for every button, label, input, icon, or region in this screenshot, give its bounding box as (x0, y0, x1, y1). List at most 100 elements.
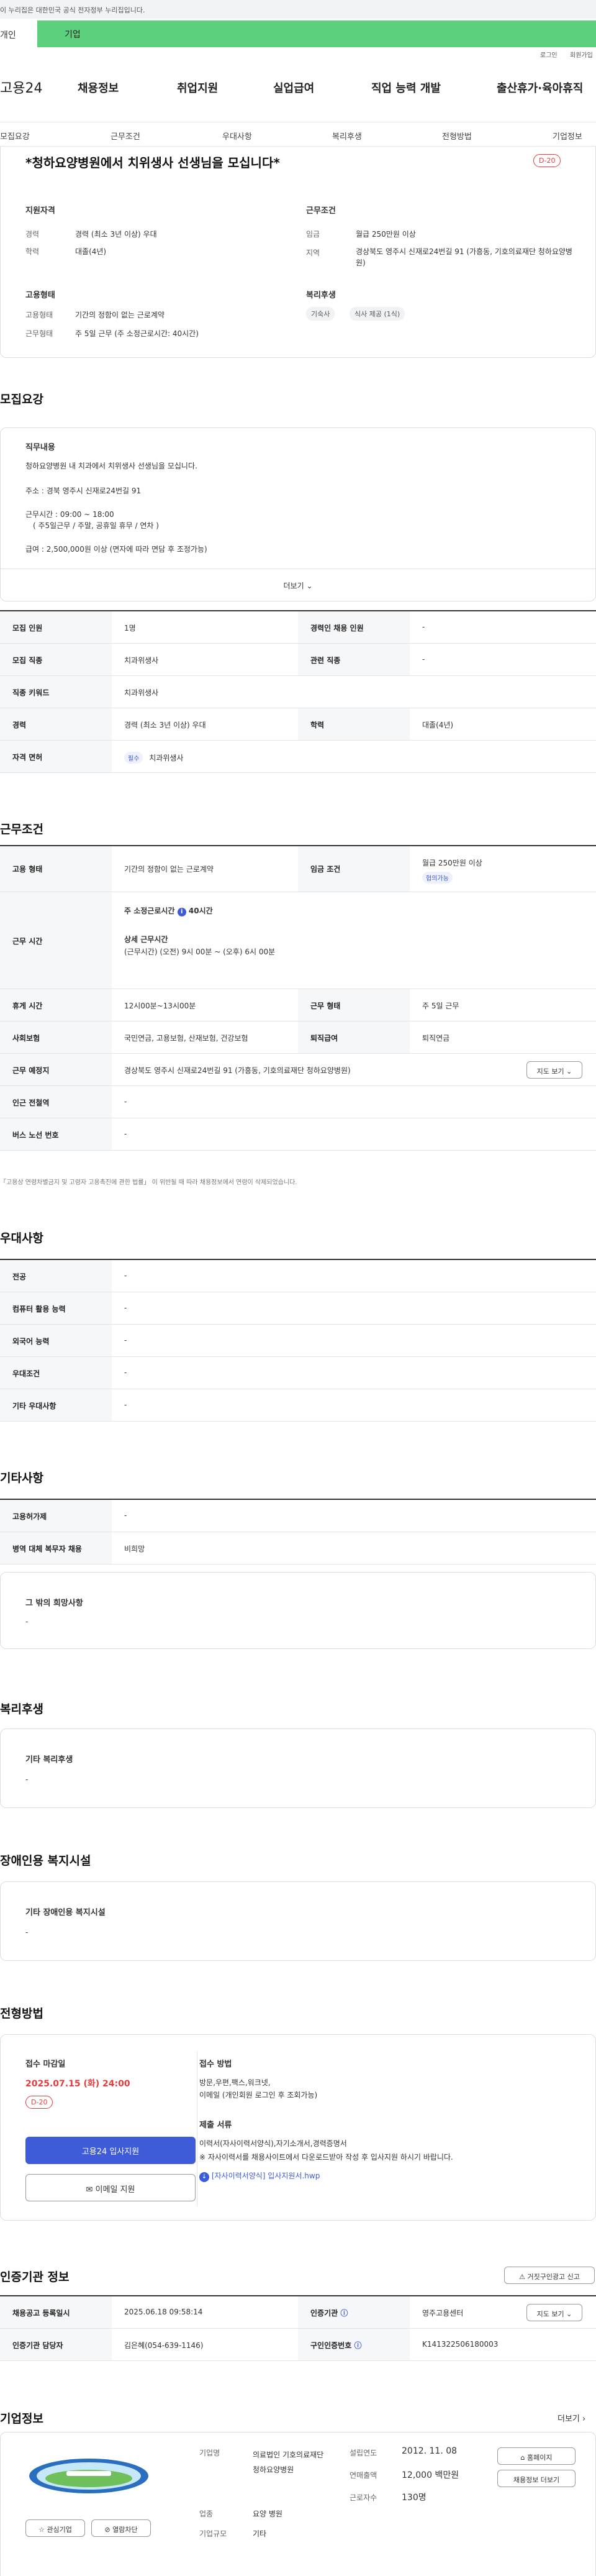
subnav-conditions[interactable]: 근무조건 (111, 130, 140, 142)
job-desc-line: ( 주5일근무 / 주말, 공휴일 휴무 / 연차 ) (33, 521, 159, 530)
gnb-item-employment-support[interactable]: 취업지원 (177, 80, 218, 96)
other-wishes-heading: 그 밖의 희망사항 (25, 1599, 83, 1608)
weekly-hours-value: 40시간 (188, 907, 213, 915)
table-cell: 퇴직연금 (422, 1034, 450, 1043)
table-cell: 국민연금, 고용보험, 산재보험, 건강보험 (124, 1034, 248, 1043)
subnav-selection[interactable]: 전형방법 (442, 130, 472, 142)
detail-hours-value: (근무시간) (오전) 9시 00분 ~ (오후) 6시 00분 (124, 948, 276, 956)
gnb-item-vocational-training[interactable]: 직업 능력 개발 (371, 80, 441, 96)
cert-number-label: 구인인증번호 (310, 2341, 352, 2350)
recruit-body-card: 직무내용 청하요양병원 내 치과에서 치위생사 선생님을 모십니다. 주소 : … (0, 427, 596, 601)
table-cell: 2025.06.18 09:58:14 (124, 2308, 203, 2316)
table-header: 인증기관 ⓘ (298, 2296, 410, 2328)
info-icon[interactable]: i (177, 908, 186, 916)
subnav-welfare[interactable]: 복리후생 (332, 130, 362, 142)
report-button-label: 거짓구인광고 신고 (527, 2273, 580, 2281)
table-row: 직종 키워드 치과위생사 (0, 676, 596, 708)
wage-label: 임금 (306, 230, 320, 239)
table-cell: 경력 (최소 3년 이상) 우대 (124, 721, 206, 729)
tab-corporate-label: 기업 (65, 30, 81, 40)
more-button[interactable]: 더보기 ⌄ (1, 569, 595, 601)
table-cell: 주 소정근로시간 i 40시간 상세 근무시간 (근무시간) (오전) 9시 0… (124, 892, 275, 958)
work-type-value: 주 5일 근무 (주 소정근로시간: 40시간) (75, 329, 199, 338)
map-button[interactable]: 지도 보기 ⌄ (526, 1061, 582, 1079)
cert-map-button[interactable]: 지도 보기 ⌄ (526, 2304, 582, 2321)
method-heading: 접수 방법 (199, 2060, 232, 2069)
homepage-button[interactable]: ⌂ 홈페이지 (497, 2447, 576, 2465)
table-cell: 주 5일 근무 (422, 1002, 459, 1010)
info-icon[interactable]: ⓘ (354, 2341, 361, 2350)
site-logo[interactable]: 고용24 (0, 77, 42, 97)
table-header: 고용허가제 (0, 1500, 112, 1532)
table-row: 채용공고 등록일시 2025.06.18 09:58:14 인증기관 ⓘ 영주고… (0, 2296, 596, 2329)
email-apply-button[interactable]: ✉ 이메일 지원 (25, 2174, 196, 2201)
preference-table: 전공 - 컴퓨터 활용 능력 - 외국어 능력 - 우대조건 - 기타 우대사항 - (0, 1259, 596, 1422)
table-row: 모집 인원 1명 경력인 채용 인원 - (0, 611, 596, 644)
table-row: 전공 - (0, 1260, 596, 1292)
table-header: 근무 형태 (298, 989, 410, 1021)
deadline-heading: 접수 마감일 (25, 2060, 66, 2069)
company-logo-emblem (29, 2459, 148, 2493)
deadline-value: 2025.07.15 (화) 24:00 (25, 2079, 130, 2089)
subnav-preference[interactable]: 우대사항 (222, 130, 252, 142)
company-more-link[interactable]: 더보기 › (558, 2412, 585, 2424)
cert-org-label: 인증기관 (310, 2309, 338, 2318)
block-company-button[interactable]: ⊘ 열람차단 (91, 2519, 151, 2537)
wage-value: 월급 250만원 이상 (422, 859, 482, 867)
table-cell: - (124, 1336, 127, 1345)
subnav-recruit[interactable]: 모집요강 (0, 130, 30, 142)
resume-form-download[interactable]: ↓ [자사이력서양식] 입사지원서.hwp (199, 2170, 320, 2182)
table-cell: - (124, 1271, 127, 1280)
welfare-etc-value: - (25, 1775, 29, 1784)
table-header: 인근 전철역 (0, 1086, 112, 1118)
tab-individual[interactable]: 개인 (0, 21, 37, 47)
member-type-tabs: 개인 기업 (0, 21, 596, 47)
table-header: 휴게 시간 (0, 989, 112, 1021)
conditions-heading: 근무조건 (306, 206, 336, 216)
table-row: 버스 노선 번호 - (0, 1118, 596, 1151)
gnb-item-unemployment-benefit[interactable]: 실업급여 (273, 80, 314, 96)
job-desc-line: 급여 : 2,500,000원 이상 (면자에 따라 면담 후 조정가능) (25, 545, 207, 554)
gov-banner-text: 이 누리집은 대한민국 공식 전자정부 누리집입니다. (0, 6, 145, 14)
table-cell: 1명 (124, 624, 136, 633)
welfare-etc-heading: 기타 복리후생 (25, 1755, 73, 1765)
dday-badge: D-20 (533, 154, 561, 167)
table-row: 인근 전철역 - (0, 1086, 596, 1118)
favorite-company-button[interactable]: ☆ 관심기업 (25, 2519, 85, 2537)
table-cell: - (422, 655, 425, 664)
work-type-label: 근무형태 (25, 329, 53, 338)
table-header: 경력 (0, 708, 112, 740)
company-jobs-button[interactable]: 채용정보 더보기 (497, 2470, 576, 2487)
required-badge: 필수 (124, 752, 143, 764)
table-row: 컴퓨터 활용 능력 - (0, 1292, 596, 1325)
table-row: 경력 경력 (최소 3년 이상) 우대 학력 대졸(4년) (0, 708, 596, 741)
signup-link[interactable]: 회원가입 (570, 50, 593, 59)
table-cell: - (124, 1097, 127, 1106)
table-cell: K141322506180003 (422, 2340, 499, 2349)
tab-corporate[interactable]: 기업 (37, 21, 596, 47)
table-row: 기타 우대사항 - (0, 1389, 596, 1422)
table-row: 자격 면허 필수 치과위생사 (0, 741, 596, 773)
welfare-chip: 기숙사 (306, 307, 335, 321)
job-desc-line: 주소 : 경북 영주시 신재로24번길 91 (25, 486, 142, 495)
gnb-item-parental-leave[interactable]: 출산휴가·육아휴직 (497, 80, 583, 96)
company-more-label: 더보기 (558, 2414, 580, 2424)
table-row: 근무 시간 주 소정근로시간 i 40시간 상세 근무시간 (근무시간) (오전… (0, 892, 596, 989)
method-line: 방문,우편,팩스,워크넷, (199, 2078, 271, 2087)
table-cell: 김은혜(054-639-1146) (124, 2341, 204, 2350)
info-icon[interactable]: ⓘ (340, 2309, 348, 2318)
apply-button[interactable]: 고용24 입사지원 (25, 2137, 196, 2164)
subnav-company[interactable]: 기업정보 (553, 130, 582, 142)
career-value: 경력 (최소 3년 이상) 우대 (75, 230, 157, 239)
mail-icon: ✉ (86, 2185, 93, 2195)
login-link[interactable]: 로그인 (540, 50, 558, 59)
method-line: 이메일 (개인회원 로그인 후 조회가능) (199, 2091, 318, 2099)
other-wishes-value: - (25, 1617, 29, 1626)
apply-button-label: 고용24 입사지원 (81, 2147, 140, 2157)
company-logo (28, 2457, 150, 2495)
report-button[interactable]: ⚠ 거짓구인광고 신고 (504, 2267, 595, 2284)
gnb-item-jobs[interactable]: 채용정보 (78, 80, 119, 96)
table-cell: - (124, 1304, 127, 1312)
table-cell: 기간의 정함이 없는 근로계약 (124, 865, 214, 874)
star-icon: ☆ (38, 2526, 45, 2534)
